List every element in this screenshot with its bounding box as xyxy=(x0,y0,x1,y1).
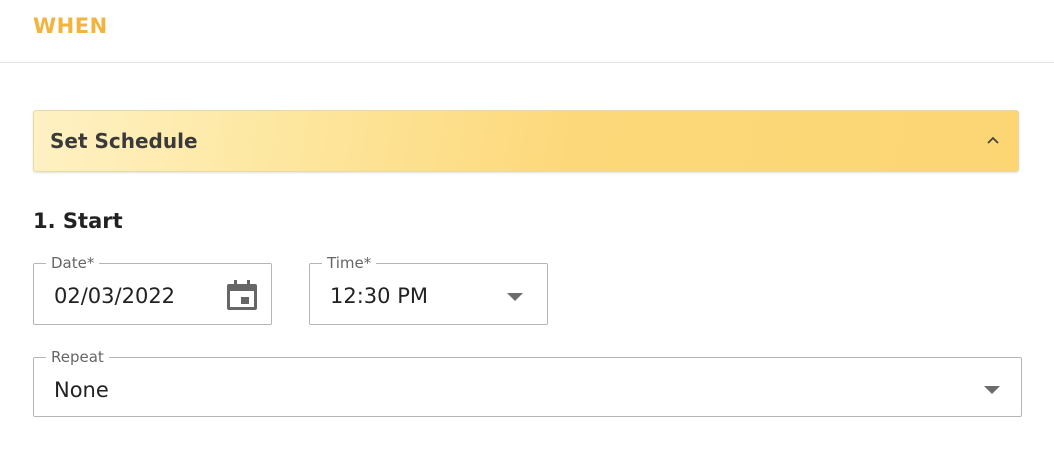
calendar-icon[interactable] xyxy=(226,278,258,312)
date-field-label: Date* xyxy=(46,254,100,272)
set-schedule-accordion[interactable]: Set Schedule xyxy=(33,110,1019,172)
repeat-field[interactable]: Repeat None xyxy=(33,348,1022,417)
start-section-title: 1. Start xyxy=(33,209,123,233)
date-field[interactable]: Date* 02/03/2022 xyxy=(33,254,272,325)
time-select-value[interactable]: 12:30 PM xyxy=(330,283,428,309)
date-input[interactable]: 02/03/2022 xyxy=(54,283,175,309)
repeat-field-label: Repeat xyxy=(46,348,109,366)
header-divider xyxy=(0,62,1054,63)
time-field-label: Time* xyxy=(322,254,377,272)
section-header-title: WHEN xyxy=(33,14,108,38)
dropdown-arrow-icon[interactable] xyxy=(984,386,1000,394)
time-field[interactable]: Time* 12:30 PM xyxy=(309,254,548,325)
accordion-label: Set Schedule xyxy=(50,129,198,153)
repeat-select-value[interactable]: None xyxy=(54,377,109,403)
dropdown-arrow-icon[interactable] xyxy=(507,293,523,301)
chevron-up-icon[interactable] xyxy=(986,135,1000,145)
